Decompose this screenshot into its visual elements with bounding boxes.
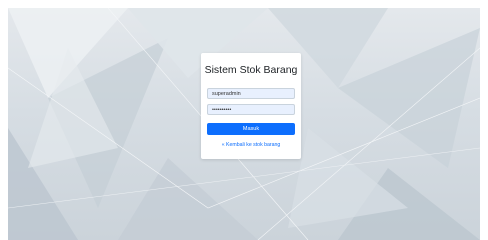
- password-input[interactable]: [207, 104, 295, 115]
- login-card: Sistem Stok Barang Masuk « Kembali ke st…: [201, 53, 301, 159]
- back-to-stock-link[interactable]: « Kembali ke stok barang: [201, 142, 301, 148]
- login-button[interactable]: Masuk: [207, 123, 295, 135]
- page-title: Sistem Stok Barang: [204, 64, 298, 76]
- username-input[interactable]: [207, 88, 295, 99]
